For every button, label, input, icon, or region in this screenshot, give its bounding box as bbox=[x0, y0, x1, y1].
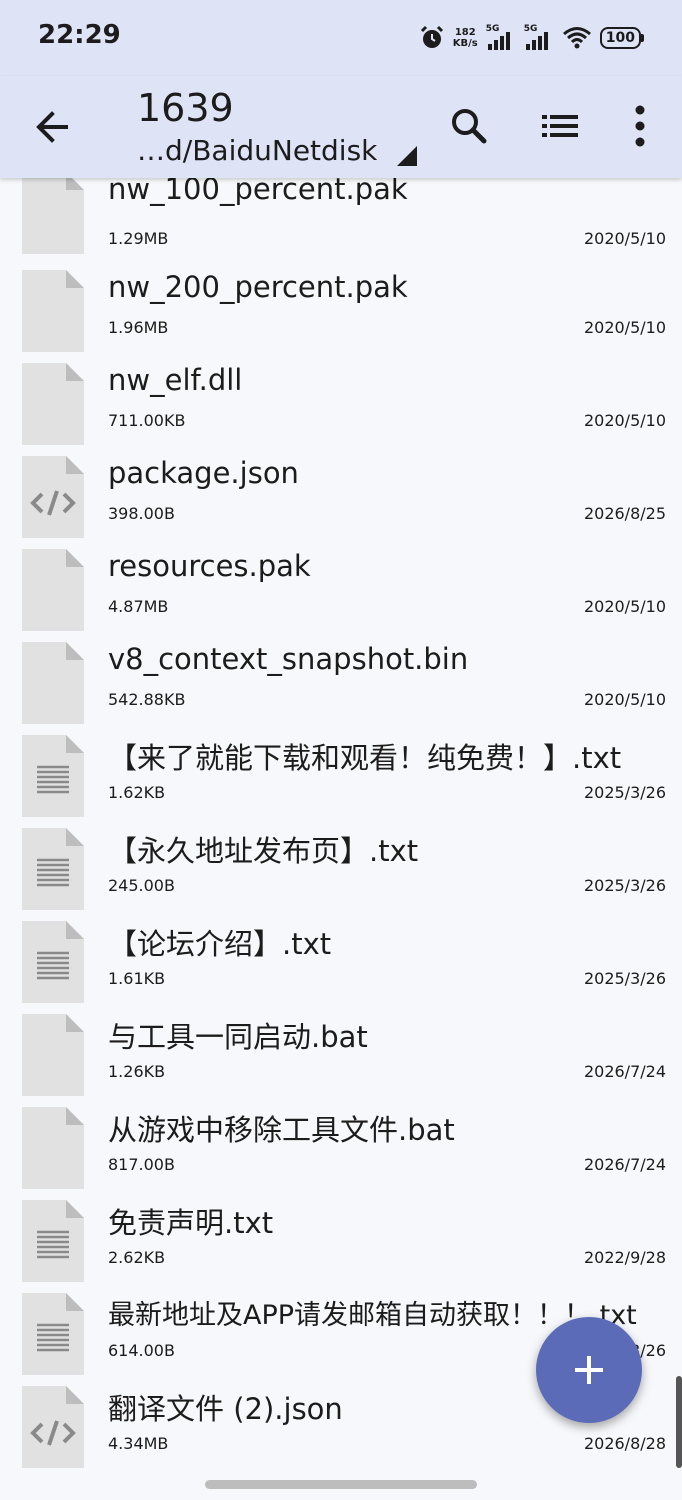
file-size: 1.62KB bbox=[108, 783, 166, 802]
list-view-button[interactable] bbox=[534, 100, 586, 152]
file-item[interactable]: nw_200_percent.pak 1.96MB 2020/5/10 bbox=[0, 264, 682, 357]
path-dropdown-icon[interactable] bbox=[395, 144, 419, 168]
file-name: resources.pak bbox=[108, 549, 311, 583]
file-item[interactable]: 免责声明.txt 2.62KB 2022/9/28 bbox=[0, 1194, 682, 1287]
file-name: nw_elf.dll bbox=[108, 363, 243, 397]
file-list[interactable]: nw_100_percent.pak 1.29MB 2020/5/10 nw_2… bbox=[0, 178, 682, 1478]
file-date: 2026/8/25 bbox=[583, 504, 666, 523]
app-bar: 1639 …d/BaiduNetdisk bbox=[0, 76, 682, 178]
more-options-button[interactable] bbox=[614, 100, 666, 152]
file-name: 【永久地址发布页】.txt bbox=[108, 834, 419, 868]
file-item[interactable]: package.json 398.00B 2026/8/25 bbox=[0, 450, 682, 543]
file-date: 2020/5/10 bbox=[583, 229, 666, 248]
file-name: 免责声明.txt bbox=[108, 1206, 274, 1240]
status-icons: 182 KB/s 5G 5G 100 bbox=[419, 20, 644, 56]
file-date: 2025/3/26 bbox=[583, 783, 666, 802]
file-size: 1.29MB bbox=[108, 229, 169, 248]
file-size: 1.96MB bbox=[108, 318, 169, 337]
text-file-icon bbox=[22, 1200, 84, 1282]
battery-level: 100 bbox=[599, 27, 641, 49]
file-date: 2026/8/28 bbox=[583, 1434, 666, 1453]
file-date: 2025/3/26 bbox=[583, 876, 666, 895]
file-size: 817.00B bbox=[108, 1155, 175, 1174]
search-icon bbox=[452, 109, 487, 144]
file-name: v8_context_snapshot.bin bbox=[108, 642, 469, 676]
plus-icon bbox=[575, 1356, 603, 1384]
file-date: 2026/7/24 bbox=[583, 1062, 666, 1081]
file-date: 2020/5/10 bbox=[583, 690, 666, 709]
wifi-icon bbox=[562, 27, 591, 49]
file-name: nw_200_percent.pak bbox=[108, 270, 408, 304]
file-item[interactable]: 【论坛介绍】.txt 1.61KB 2025/3/26 bbox=[0, 915, 682, 1008]
file-name: 【论坛介绍】.txt bbox=[108, 927, 332, 961]
status-bar: 22:29 182 KB/s 5G 5G 100 bbox=[0, 0, 682, 76]
file-item[interactable]: resources.pak 4.87MB 2020/5/10 bbox=[0, 543, 682, 636]
file-name: 【来了就能下载和观看！纯免费！】.txt bbox=[108, 741, 622, 775]
list-view-icon bbox=[542, 115, 578, 137]
signal-icon: 5G bbox=[524, 24, 554, 50]
search-button[interactable] bbox=[443, 100, 495, 152]
folder-title: 1639 bbox=[137, 86, 234, 130]
back-button[interactable] bbox=[30, 104, 76, 150]
file-icon bbox=[22, 1014, 84, 1096]
file-size: 398.00B bbox=[108, 504, 175, 523]
file-item[interactable]: 从游戏中移除工具文件.bat 817.00B 2026/7/24 bbox=[0, 1101, 682, 1194]
file-item[interactable]: 与工具一同启动.bat 1.26KB 2026/7/24 bbox=[0, 1008, 682, 1101]
file-name: package.json bbox=[108, 456, 299, 490]
file-date: 2020/5/10 bbox=[583, 318, 666, 337]
file-size: 4.87MB bbox=[108, 597, 169, 616]
folder-path[interactable]: …d/BaiduNetdisk bbox=[137, 134, 377, 167]
signal-icon: 5G bbox=[486, 24, 516, 50]
file-size: 614.00B bbox=[108, 1341, 175, 1360]
file-icon bbox=[22, 178, 84, 254]
file-icon bbox=[22, 1107, 84, 1189]
file-size: 711.00KB bbox=[108, 411, 186, 430]
text-file-icon bbox=[22, 1293, 84, 1375]
more-vert-icon bbox=[635, 105, 645, 147]
alarm-icon bbox=[420, 25, 443, 48]
file-name: 翻译文件 (2).json bbox=[108, 1392, 343, 1426]
arrow-back-icon bbox=[36, 111, 68, 143]
net-speed: 182 KB/s bbox=[453, 27, 478, 49]
file-size: 2.62KB bbox=[108, 1248, 166, 1267]
file-icon bbox=[22, 363, 84, 445]
clock: 22:29 bbox=[38, 20, 121, 50]
file-size: 542.88KB bbox=[108, 690, 186, 709]
file-size: 1.61KB bbox=[108, 969, 166, 988]
file-icon bbox=[22, 549, 84, 631]
file-item[interactable]: nw_elf.dll 711.00KB 2020/5/10 bbox=[0, 357, 682, 450]
add-button[interactable] bbox=[536, 1317, 642, 1423]
net-speed-unit: KB/s bbox=[452, 38, 478, 49]
home-indicator[interactable] bbox=[205, 1480, 477, 1489]
code-file-icon bbox=[22, 456, 84, 538]
file-size: 4.34MB bbox=[108, 1434, 169, 1453]
battery-icon: 100 bbox=[599, 27, 644, 49]
text-file-icon bbox=[22, 921, 84, 1003]
file-name: 从游戏中移除工具文件.bat bbox=[108, 1113, 455, 1147]
file-size: 1.26KB bbox=[108, 1062, 166, 1081]
text-file-icon bbox=[22, 735, 84, 817]
code-file-icon bbox=[22, 1386, 84, 1468]
net-speed-value: 182 bbox=[454, 27, 476, 38]
file-date: 2022/9/28 bbox=[583, 1248, 666, 1267]
file-item[interactable]: 【永久地址发布页】.txt 245.00B 2025/3/26 bbox=[0, 822, 682, 915]
text-file-icon bbox=[22, 828, 84, 910]
file-item[interactable]: v8_context_snapshot.bin 542.88KB 2020/5/… bbox=[0, 636, 682, 729]
file-size: 245.00B bbox=[108, 876, 175, 895]
file-item[interactable]: 【来了就能下载和观看！纯免费！】.txt 1.62KB 2025/3/26 bbox=[0, 729, 682, 822]
file-date: 2025/3/26 bbox=[583, 969, 666, 988]
scrollbar-thumb[interactable] bbox=[676, 1376, 682, 1468]
file-date: 2020/5/10 bbox=[583, 597, 666, 616]
file-name: 与工具一同启动.bat bbox=[108, 1020, 368, 1054]
file-name: nw_100_percent.pak bbox=[108, 178, 408, 206]
file-item[interactable]: nw_100_percent.pak 1.29MB 2020/5/10 bbox=[0, 178, 682, 259]
file-date: 2020/5/10 bbox=[583, 411, 666, 430]
file-icon bbox=[22, 270, 84, 352]
file-icon bbox=[22, 642, 84, 724]
file-date: 2026/7/24 bbox=[583, 1155, 666, 1174]
